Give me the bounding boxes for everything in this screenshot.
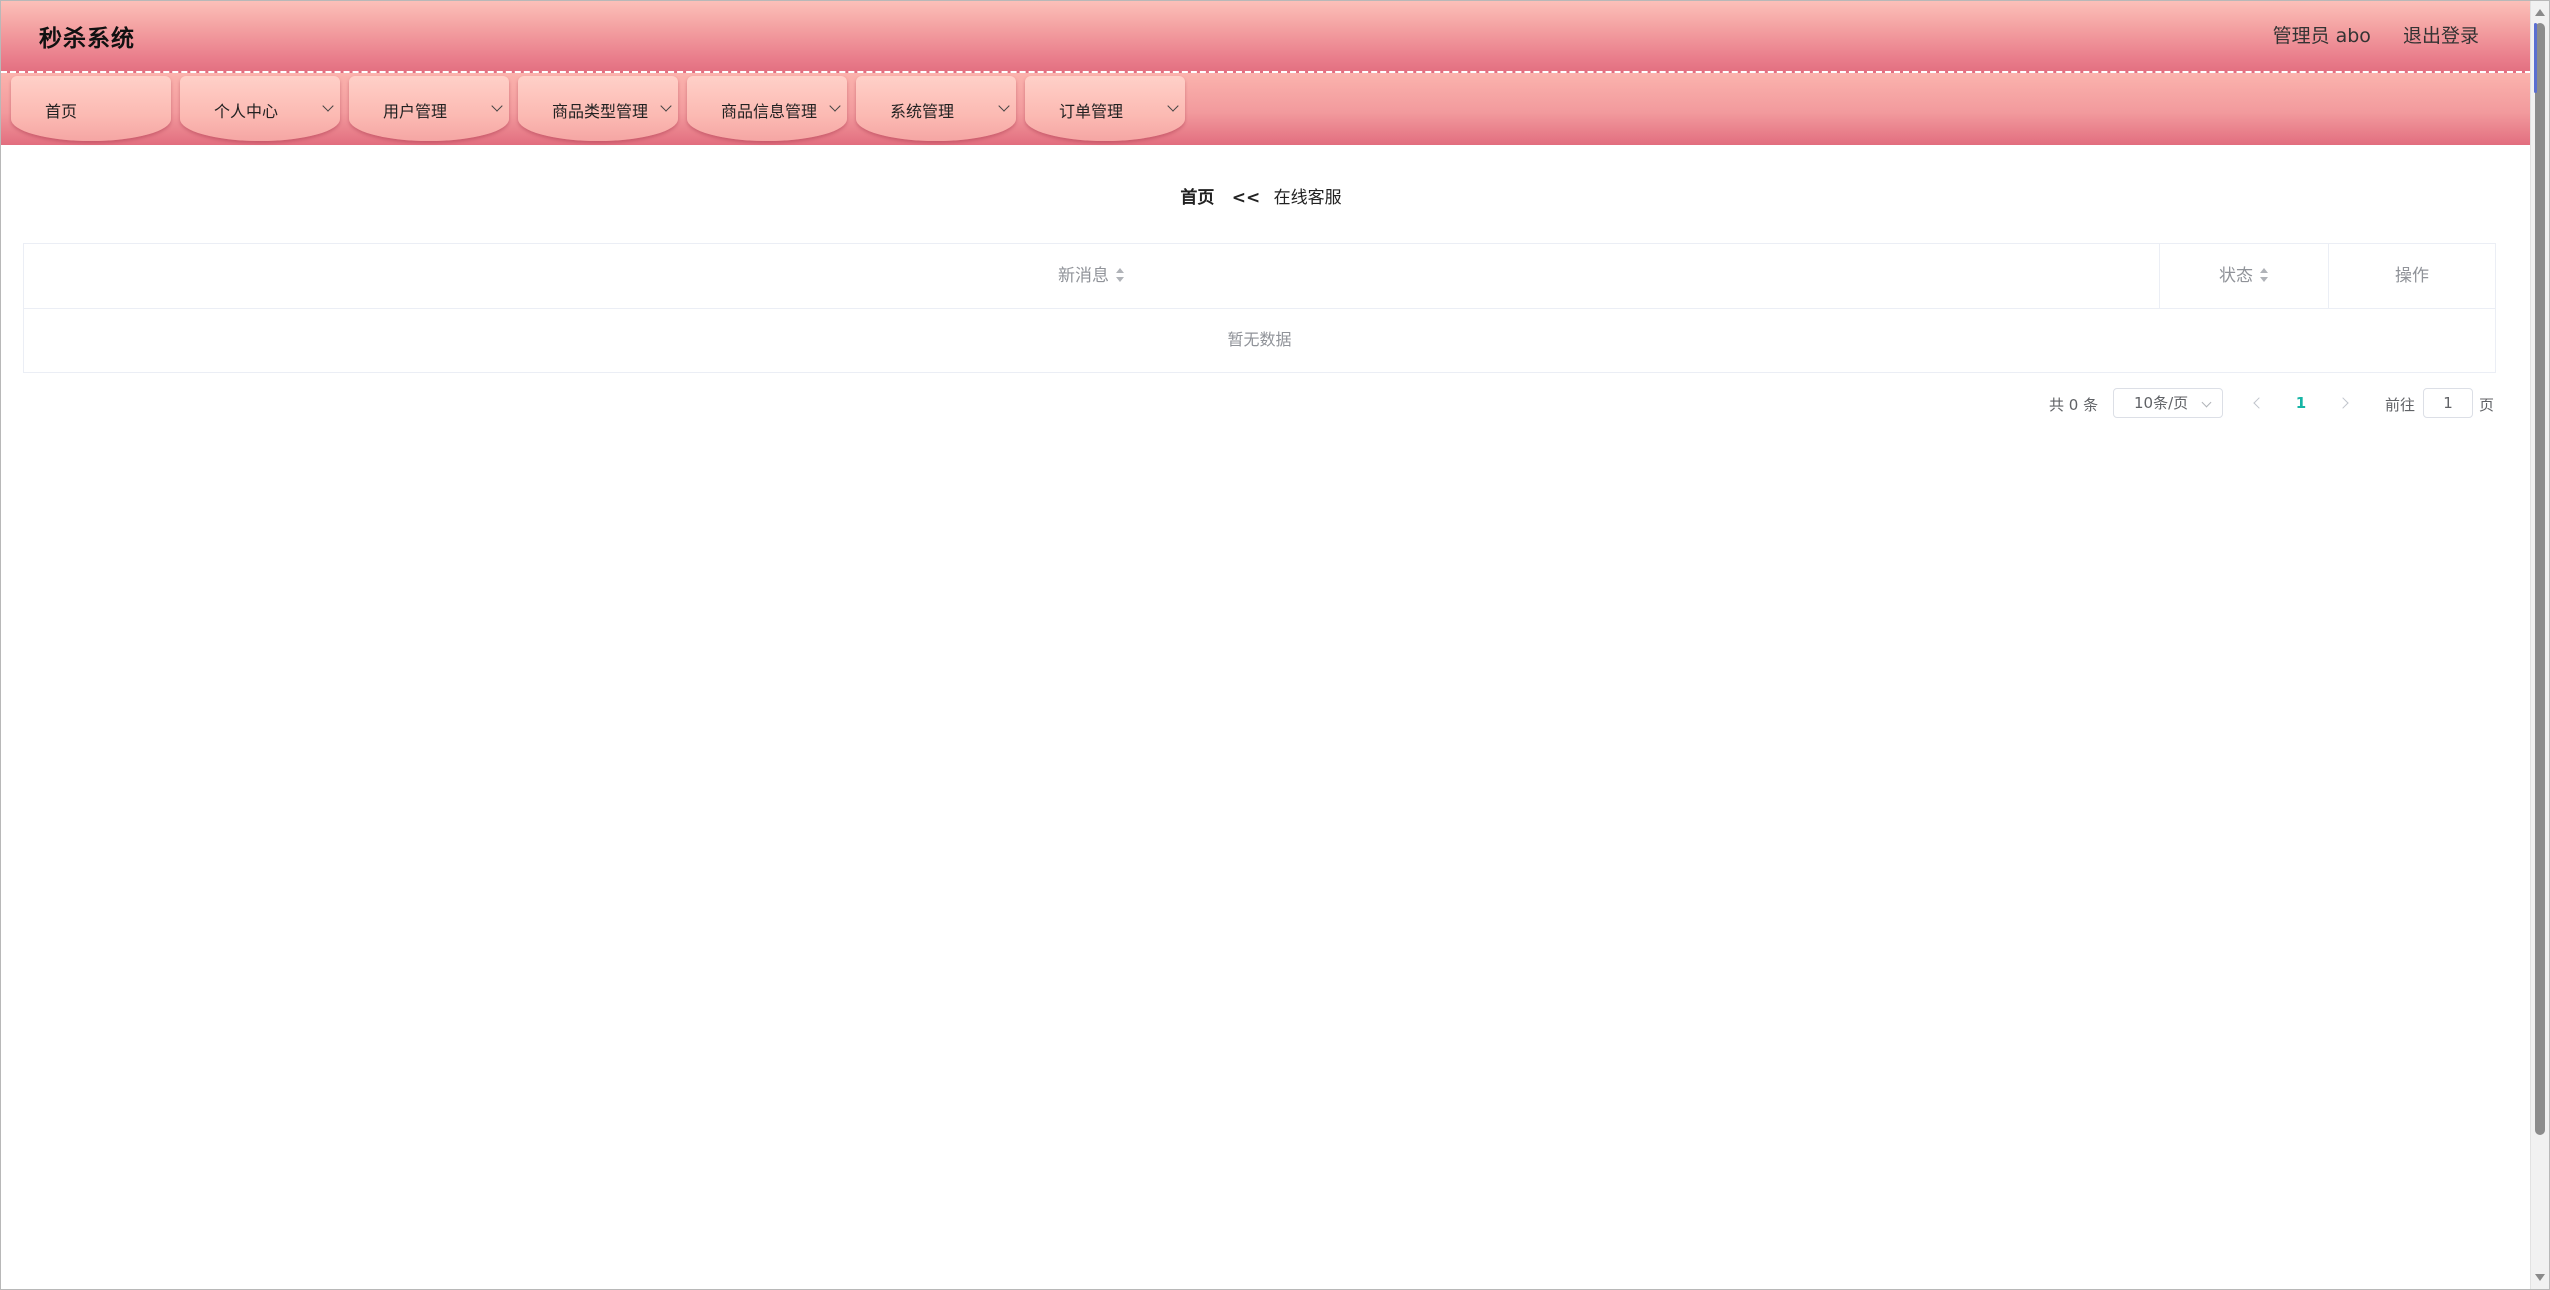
nav-item-personal-center[interactable]: 个人中心	[180, 76, 340, 141]
chevron-down-icon	[491, 100, 503, 112]
nav-item-user-management[interactable]: 用户管理	[349, 76, 509, 141]
nav-item-product-type-management[interactable]: 商品类型管理	[518, 76, 678, 141]
breadcrumb-separator: <<	[1231, 188, 1261, 208]
nav-item-label: 用户管理	[383, 102, 448, 121]
scroll-down-arrow-icon[interactable]	[2535, 1274, 2545, 1281]
nav-item-label: 系统管理	[890, 102, 955, 121]
breadcrumb-home[interactable]: 首页	[1180, 188, 1214, 208]
table-empty-text: 暂无数据	[1227, 330, 1292, 349]
vertical-scrollbar[interactable]	[2530, 1, 2549, 1289]
chevron-down-icon	[322, 100, 334, 112]
chevron-down-icon	[2201, 397, 2212, 408]
nav-item-order-management[interactable]: 订单管理	[1025, 76, 1185, 141]
scroll-up-arrow-icon[interactable]	[2535, 9, 2545, 16]
column-header-label: 操作	[2395, 266, 2429, 286]
breadcrumb-current: 在线客服	[1273, 188, 1342, 208]
nav-item-label: 个人中心	[214, 102, 279, 121]
scrollbar-thumb[interactable]	[2535, 23, 2545, 1135]
nav-item-label: 首页	[45, 102, 78, 121]
column-header-label: 新消息	[1058, 266, 1109, 286]
nav-item-label: 订单管理	[1059, 102, 1124, 121]
chevron-down-icon	[660, 100, 672, 112]
nav-item-label: 商品类型管理	[552, 102, 649, 121]
nav-item-system-management[interactable]: 系统管理	[856, 76, 1016, 141]
top-header: 秒杀系统 管理员 abo 退出登录	[1, 1, 2531, 73]
messages-table: 新消息 状态 操作 暂无数据	[23, 243, 2496, 373]
column-header-new-message[interactable]: 新消息	[24, 244, 2160, 308]
goto-page-input[interactable]	[2423, 388, 2473, 418]
chevron-down-icon	[998, 100, 1010, 112]
current-user-label: 管理员 abo	[2272, 25, 2371, 47]
chevron-down-icon	[829, 100, 841, 112]
user-area: 管理员 abo 退出登录	[2247, 21, 2479, 48]
sort-icon[interactable]	[2259, 267, 2269, 283]
column-header-status[interactable]: 状态	[2160, 244, 2329, 308]
prev-page-button[interactable]	[2244, 389, 2272, 417]
app-window: 秒杀系统 管理员 abo 退出登录 首页 个人中心 用户管理 商品类型管理 商品…	[0, 0, 2550, 1290]
column-header-actions: 操作	[2329, 244, 2495, 308]
main-nav: 首页 个人中心 用户管理 商品类型管理 商品信息管理 系统管理 订单管理	[1, 73, 2531, 145]
column-header-label: 状态	[2219, 266, 2253, 286]
page-number-current[interactable]: 1	[2287, 394, 2315, 412]
goto-suffix: 页	[2479, 396, 2495, 414]
nav-item-product-info-management[interactable]: 商品信息管理	[687, 76, 847, 141]
nav-item-home[interactable]: 首页	[11, 76, 171, 141]
breadcrumb: 首页 << 在线客服	[1, 183, 2521, 208]
table-header-row: 新消息 状态 操作	[24, 244, 2495, 309]
pagination-total: 共 0 条	[2049, 396, 2099, 414]
app-title: 秒杀系统	[39, 26, 135, 52]
page-size-select[interactable]: 10条/页	[2113, 388, 2223, 418]
nav-item-label: 商品信息管理	[721, 102, 818, 121]
chevron-down-icon	[1167, 100, 1179, 112]
goto-label: 前往	[2385, 396, 2416, 414]
scrollbar-thumb-highlight	[2534, 23, 2537, 93]
next-page-button[interactable]	[2331, 389, 2359, 417]
logout-link[interactable]: 退出登录	[2403, 25, 2479, 47]
sort-icon[interactable]	[1115, 267, 1125, 283]
page-size-value: 10条/页	[2134, 394, 2189, 412]
